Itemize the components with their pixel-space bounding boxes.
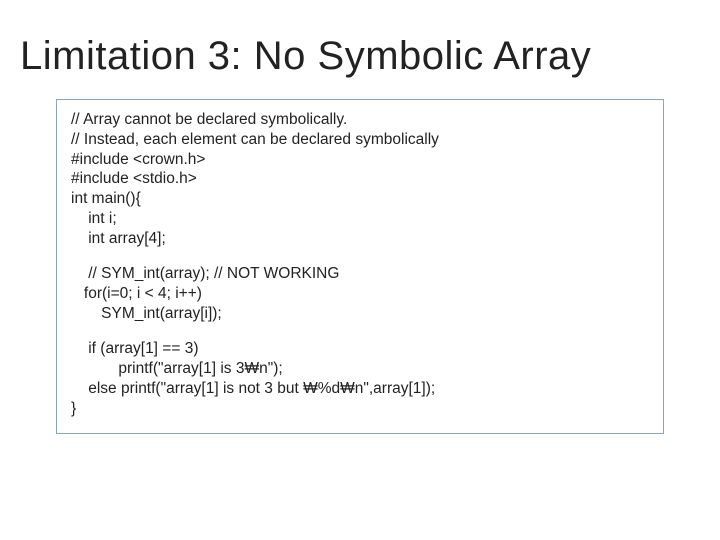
slide-title: Limitation 3: No Symbolic Array bbox=[0, 0, 720, 93]
blank-line bbox=[71, 324, 649, 340]
code-block: // Array cannot be declared symbolically… bbox=[56, 99, 664, 434]
code-line: // SYM_int(array); // NOT WORKING bbox=[71, 264, 649, 284]
slide: Limitation 3: No Symbolic Array // Array… bbox=[0, 0, 720, 540]
code-line: int i; bbox=[71, 209, 649, 229]
code-line: for(i=0; i < 4; i++) bbox=[71, 284, 649, 304]
code-line: #include <stdio.h> bbox=[71, 169, 649, 189]
code-line: #include <crown.h> bbox=[71, 150, 649, 170]
code-line: } bbox=[71, 399, 649, 419]
code-line: int array[4]; bbox=[71, 229, 649, 249]
blank-line bbox=[71, 249, 649, 265]
code-line: // Instead, each element can be declared… bbox=[71, 130, 649, 150]
code-line: if (array[1] == 3) bbox=[71, 339, 649, 359]
code-line: // Array cannot be declared symbolically… bbox=[71, 110, 649, 130]
code-line: int main(){ bbox=[71, 189, 649, 209]
code-line: printf("array[1] is 3₩n"); bbox=[71, 359, 649, 379]
code-line: else printf("array[1] is not 3 but ₩%d₩n… bbox=[71, 379, 649, 399]
code-line: SYM_int(array[i]); bbox=[71, 304, 649, 324]
